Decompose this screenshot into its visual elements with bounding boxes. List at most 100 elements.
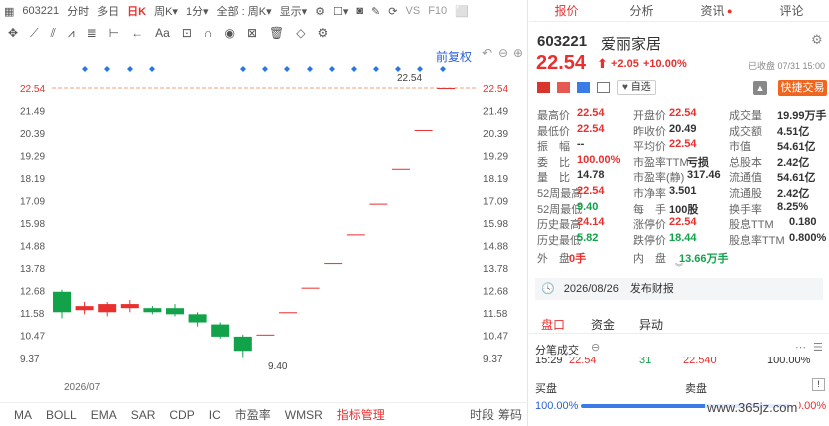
right-axis-tick: 14.88 bbox=[483, 242, 508, 253]
panel-settings-icon[interactable]: ⚙ bbox=[811, 32, 823, 48]
tag-trend-icon bbox=[557, 82, 570, 93]
report-banner[interactable]: 🕓 2026/08/26 发布财报 bbox=[535, 278, 823, 300]
indicator-manage[interactable]: 指标管理 bbox=[337, 406, 385, 423]
indicator-sar[interactable]: SAR bbox=[131, 408, 156, 422]
indicator-wmsr[interactable]: WMSR bbox=[285, 408, 323, 422]
quote-label: 跌停价 bbox=[633, 234, 666, 247]
tick-more-icon[interactable]: ⋯ bbox=[795, 341, 806, 354]
buy-pct: 100.00% bbox=[535, 400, 579, 412]
quote-label: 历史最低 bbox=[537, 234, 581, 247]
quote-label: 52周最高 bbox=[537, 188, 583, 200]
right-axis-tick: 18.19 bbox=[483, 174, 508, 185]
right-axis-tick: 15.98 bbox=[483, 219, 508, 230]
quote-value: 0.800% bbox=[789, 231, 827, 244]
price-change-pct: +10.00% bbox=[643, 58, 687, 70]
expand-chevron-icon[interactable]: ︾ bbox=[675, 262, 683, 273]
quote-value: 亏损 bbox=[687, 156, 709, 169]
tick-pct: 100.00% bbox=[767, 357, 811, 366]
tick-menu-icon[interactable]: ☰ bbox=[813, 341, 823, 354]
quote-tabs: 报价 分析 资讯 ● 评论 bbox=[529, 0, 829, 22]
tab-news[interactable]: 资讯 ● bbox=[679, 0, 754, 21]
subtab-handicap[interactable]: 盘口 bbox=[541, 316, 565, 333]
subtab-capital[interactable]: 资金 bbox=[591, 316, 615, 333]
quote-label: 最低价 bbox=[537, 125, 570, 138]
last-price: 22.54 bbox=[536, 52, 587, 74]
quote-label: 股息TTM bbox=[729, 219, 774, 232]
outer-disk-label: 外 盘 bbox=[537, 253, 570, 265]
quote-label: 量 比 bbox=[537, 172, 570, 185]
inner-disk-value: 13.66万手 bbox=[679, 253, 729, 265]
tick-expand-icon[interactable]: ⊖ bbox=[591, 341, 600, 354]
event-marker bbox=[262, 66, 268, 72]
candle-body bbox=[324, 263, 343, 265]
indicator-ic[interactable]: IC bbox=[209, 408, 221, 422]
candle-body bbox=[120, 304, 139, 309]
add-watchlist-button[interactable]: ♥ 自选 bbox=[617, 80, 656, 95]
event-marker bbox=[440, 66, 446, 72]
quote-value: 24.14 bbox=[577, 216, 605, 229]
indicator-ema[interactable]: EMA bbox=[91, 408, 117, 422]
candle-body bbox=[346, 234, 365, 236]
news-dot: ● bbox=[724, 6, 733, 16]
subtab-movement[interactable]: 异动 bbox=[639, 316, 663, 333]
indicator-pe[interactable]: 市盈率 bbox=[235, 406, 271, 423]
sell-label: 卖盘 bbox=[685, 383, 707, 395]
quote-value: 100.00% bbox=[577, 153, 621, 166]
heart-icon: ♥ bbox=[622, 82, 628, 93]
left-axis-tick: 17.09 bbox=[20, 197, 45, 208]
chart-pane: ▦ 603221 分时 多日 日K 周K▾ 1分▾ 全部 : 周K▾ 显示▾ ⚙… bbox=[0, 0, 528, 426]
tab-analysis[interactable]: 分析 bbox=[604, 0, 679, 21]
quick-trade-button[interactable]: 快捷交易 bbox=[778, 80, 827, 96]
sub-tabs: 盘口 资金 异动 bbox=[529, 312, 829, 334]
candlestick-chart[interactable]: 22.54 22.54 21.49 21.49 20.39 20.39 19.29 19.29… bbox=[0, 0, 528, 402]
quote-label: 市盈率TTM bbox=[633, 156, 689, 169]
right-axis-tick: 10.47 bbox=[483, 332, 508, 343]
quote-label: 市值 bbox=[729, 141, 751, 154]
indicator-ma[interactable]: MA bbox=[14, 408, 32, 422]
quote-value: 20.49 bbox=[669, 122, 697, 135]
add-watchlist-label: 自选 bbox=[630, 82, 651, 93]
event-marker bbox=[373, 66, 379, 72]
quote-value: 9.40 bbox=[577, 200, 599, 213]
event-marker bbox=[82, 66, 88, 72]
quote-panel: 报价 分析 资讯 ● 评论 603221 爱丽家居 ⚙ 22.54 ⬆ +2.0… bbox=[529, 0, 829, 426]
candle-body bbox=[211, 324, 230, 337]
left-axis-tick: 18.19 bbox=[20, 174, 45, 185]
quote-label: 历史最高 bbox=[537, 219, 581, 232]
quote-label: 流通股 bbox=[729, 188, 762, 200]
info-icon[interactable]: ! bbox=[812, 378, 825, 391]
right-axis-tick: 19.29 bbox=[483, 152, 508, 163]
quote-label: 成交额 bbox=[729, 125, 762, 138]
time-segment-button[interactable]: 时段 bbox=[470, 406, 494, 423]
candle-body bbox=[166, 308, 184, 315]
stock-name: 爱丽家居 bbox=[601, 36, 662, 53]
candle-body bbox=[301, 287, 320, 289]
tab-comments[interactable]: 评论 bbox=[754, 0, 829, 21]
event-marker bbox=[149, 66, 155, 72]
right-axis-tick: 21.49 bbox=[483, 107, 508, 118]
bell-icon[interactable]: ▲ bbox=[753, 81, 767, 95]
candle-body bbox=[143, 308, 162, 313]
quote-value: 22.54 bbox=[669, 107, 697, 119]
indicator-boll[interactable]: BOLL bbox=[46, 408, 77, 422]
sell-pct: 0.00% bbox=[795, 400, 827, 412]
quote-value: 19.99万手 bbox=[777, 110, 827, 122]
quote-value: 22.54 bbox=[577, 122, 605, 135]
quote-label: 开盘价 bbox=[633, 110, 666, 122]
quote-value: 14.78 bbox=[577, 169, 605, 182]
tab-quote[interactable]: 报价 bbox=[529, 0, 604, 21]
indicator-cdp[interactable]: CDP bbox=[169, 408, 194, 422]
quote-value: 100股 bbox=[669, 203, 699, 216]
candle-body bbox=[392, 168, 410, 170]
quote-value: 54.61亿 bbox=[777, 172, 816, 185]
quote-label: 最高价 bbox=[537, 110, 570, 122]
tag-doc-icon bbox=[597, 82, 610, 93]
quote-label: 成交量 bbox=[729, 110, 762, 122]
market-status: 已收盘 07/31 15:00 bbox=[748, 61, 826, 71]
quote-label: 股息率TTM bbox=[729, 234, 785, 247]
candle-body bbox=[53, 291, 71, 313]
chips-button[interactable]: 筹码 bbox=[498, 406, 522, 423]
candle-body bbox=[414, 130, 433, 132]
quote-value: 54.61亿 bbox=[777, 141, 816, 154]
tab-news-label: 资讯 bbox=[700, 4, 725, 18]
